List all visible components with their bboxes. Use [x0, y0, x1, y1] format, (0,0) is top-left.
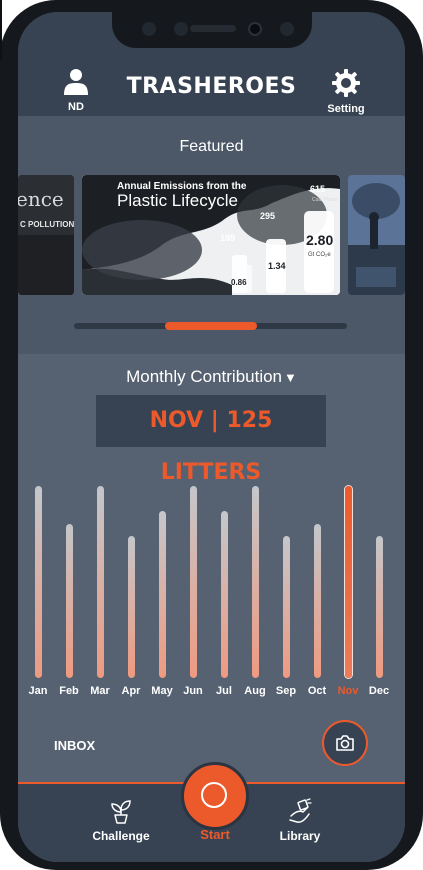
start-circle-icon	[201, 782, 227, 808]
monthly-bar-chart: Jan Feb Mar Apr May Jun Jul Aug Sep Oct Nov Dec	[18, 354, 405, 782]
stat-189: 189	[220, 233, 235, 243]
start-label: Start	[200, 827, 230, 842]
notch	[112, 12, 312, 48]
user-label: ND	[68, 101, 84, 113]
featured-card-previous[interactable]: ence C POLLUTION	[18, 175, 74, 295]
card-title: Plastic Lifecycle	[117, 191, 238, 210]
month-label-dec[interactable]: Dec	[359, 685, 399, 697]
sensor-dot	[142, 22, 156, 36]
card-subtext: C POLLUTION	[20, 220, 74, 229]
featured-section: Featured ence C POLLUTION Annual Emissio…	[18, 116, 405, 354]
nav-challenge[interactable]: Challenge	[88, 798, 154, 843]
month-bar-nov[interactable]	[344, 486, 352, 678]
month-bar-sep[interactable]	[282, 536, 290, 678]
speaker-grille	[190, 25, 236, 32]
stat-295: 295	[260, 211, 275, 221]
app-screen: ND TRASHEROES Setting Featured ence C PO…	[18, 12, 405, 862]
card-text: ence	[18, 187, 64, 211]
stat-unit: Gt CO₂e	[308, 252, 331, 258]
gear-icon	[332, 69, 360, 97]
inbox-button[interactable]: INBOX	[54, 738, 95, 753]
featured-card-next[interactable]	[348, 175, 405, 295]
month-bar-aug[interactable]	[251, 486, 259, 678]
month-bar-dec[interactable]	[375, 536, 383, 678]
sensor-dot	[280, 22, 294, 36]
camera-button[interactable]	[322, 720, 368, 766]
sensor-dot	[174, 22, 188, 36]
month-bar-jun[interactable]	[189, 486, 197, 678]
nav-challenge-label: Challenge	[92, 829, 150, 843]
stat-615: 615	[310, 184, 325, 194]
month-bar-may[interactable]	[158, 511, 166, 678]
settings-label: Setting	[327, 103, 365, 115]
carousel-indicator[interactable]	[165, 322, 257, 330]
month-bar-mar[interactable]	[96, 486, 104, 678]
plant-icon	[111, 800, 131, 824]
monthly-section: Monthly Contribution ▼ NOV | 125 LITTERS …	[18, 354, 405, 782]
stat-134: 1.34	[268, 261, 286, 271]
stat-sublabel: Coal Plants	[312, 197, 338, 203]
front-camera	[248, 22, 262, 36]
library-hand-icon	[289, 798, 312, 823]
month-bar-jul[interactable]	[220, 511, 228, 678]
month-bar-feb[interactable]	[65, 524, 73, 678]
nav-library[interactable]: Library	[272, 798, 328, 843]
month-bar-jan[interactable]	[34, 486, 42, 678]
month-bar-apr[interactable]	[127, 536, 135, 678]
stat-280: 2.80	[306, 232, 333, 248]
camera-icon	[336, 735, 354, 751]
phone-frame: ND TRASHEROES Setting Featured ence C PO…	[0, 0, 423, 870]
nav-library-label: Library	[279, 829, 321, 843]
month-bar-oct[interactable]	[313, 524, 321, 678]
featured-card-active[interactable]: Annual Emissions from the Plastic Lifecy…	[82, 175, 340, 295]
start-button[interactable]	[181, 762, 249, 830]
settings-button[interactable]: Setting	[323, 68, 369, 115]
featured-title: Featured	[179, 138, 244, 155]
stat-086: 0.86	[231, 278, 247, 287]
